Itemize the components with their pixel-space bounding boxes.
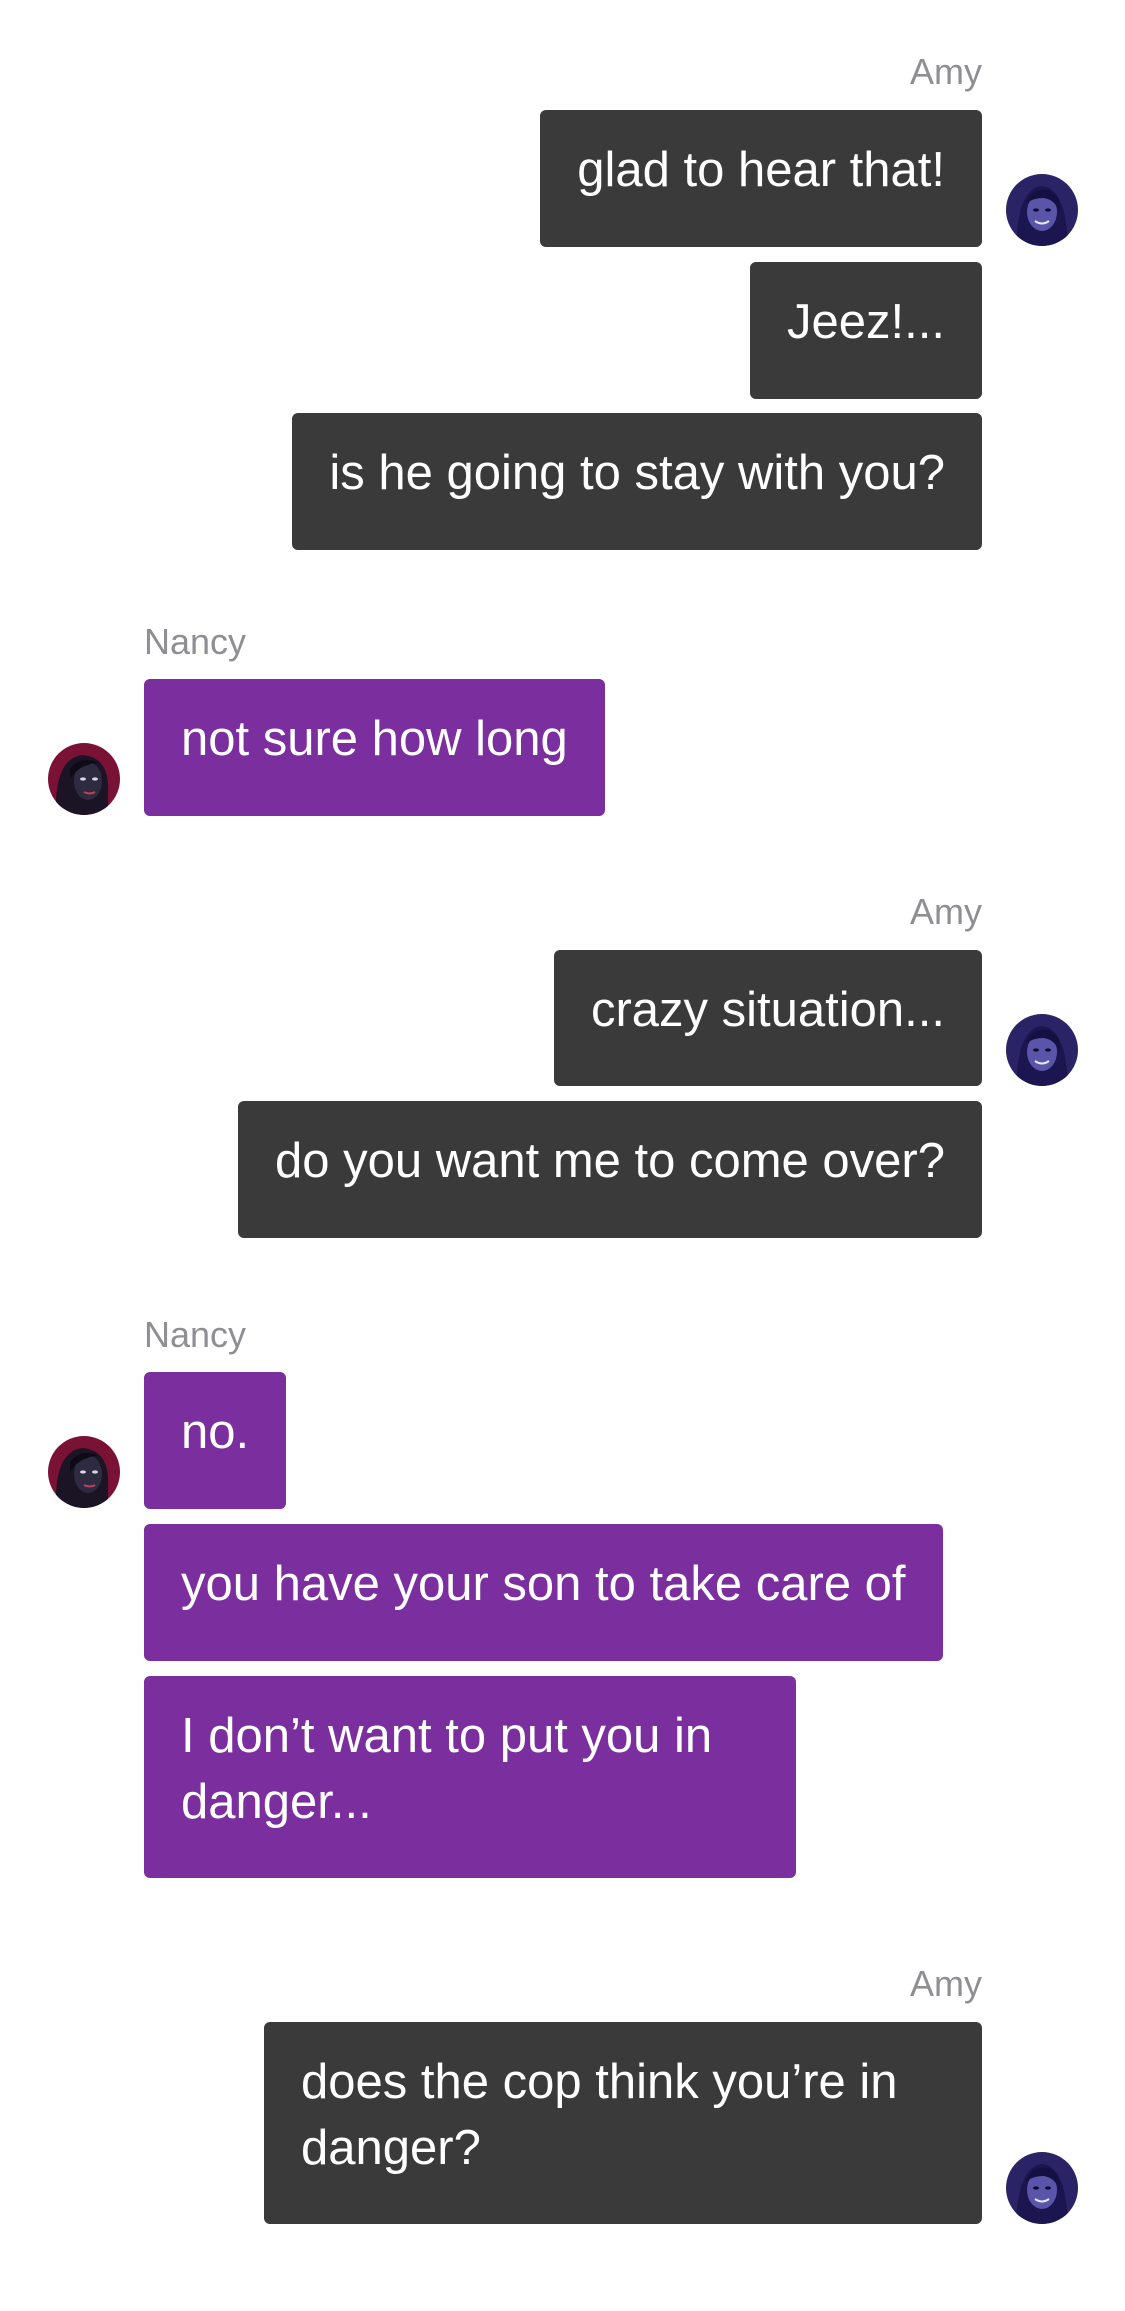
amy-avatar-icon[interactable] xyxy=(1006,1014,1078,1086)
sender-name: Amy xyxy=(910,51,982,92)
chat-thread: Amy glad to hear that! Jeez!... is he go… xyxy=(0,0,1125,2311)
message-bubble[interactable]: not sure how long xyxy=(144,679,605,816)
message-bubble[interactable]: do you want me to come over? xyxy=(237,1101,982,1238)
amy-avatar-icon[interactable] xyxy=(1006,2152,1078,2224)
message-bubble[interactable]: glad to hear that! xyxy=(540,110,982,247)
message-group-amy: Amy does the cop think you’re in danger? xyxy=(0,1962,1125,2262)
amy-avatar-icon[interactable] xyxy=(1006,174,1078,246)
nancy-avatar-icon[interactable] xyxy=(48,1436,120,1508)
message-group-amy: Amy glad to hear that! Jeez!... is he go… xyxy=(0,0,1125,570)
message-bubble[interactable]: you have your son to take care of xyxy=(144,1524,943,1661)
message-bubble[interactable]: does the cop think you’re in danger? xyxy=(264,2022,982,2224)
sender-name: Nancy xyxy=(144,1314,247,1355)
message-group-amy: Amy crazy situation... do you want me to… xyxy=(0,890,1125,1250)
message-bubble[interactable]: Jeez!... xyxy=(750,262,982,399)
sender-name: Amy xyxy=(910,891,982,932)
message-bubble[interactable]: no. xyxy=(144,1372,287,1509)
nancy-avatar-icon[interactable] xyxy=(48,743,120,815)
message-bubble[interactable]: crazy situation... xyxy=(553,950,982,1086)
sender-name: Nancy xyxy=(144,621,247,662)
message-group-nancy: Nancy not sure how long xyxy=(0,620,1125,840)
sender-name: Amy xyxy=(910,1963,982,2004)
message-group-nancy: Nancy no. you have your son to take care… xyxy=(0,1313,1125,1893)
message-bubble[interactable]: is he going to stay with you? xyxy=(292,413,982,550)
message-bubble[interactable]: I don’t want to put you in danger... xyxy=(144,1676,796,1878)
